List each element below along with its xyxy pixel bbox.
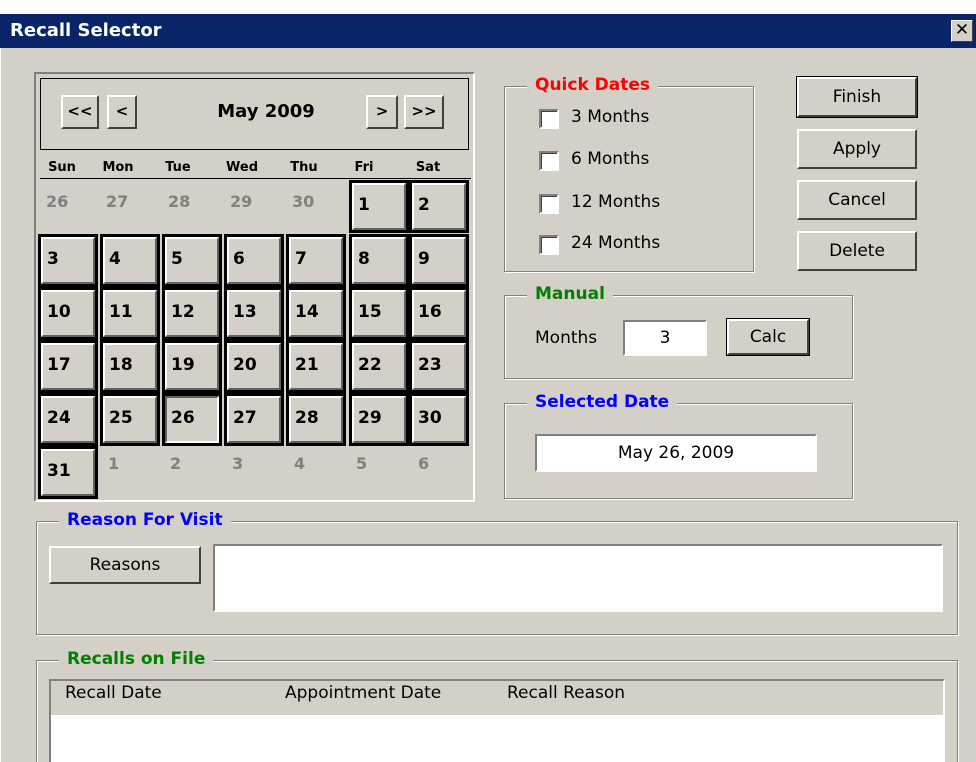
weekday-sun: Sun xyxy=(48,160,76,175)
next-month-button[interactable]: > xyxy=(366,95,398,129)
calendar-day[interactable]: 6 xyxy=(224,234,284,287)
calendar-day[interactable]: 10 xyxy=(38,287,98,340)
reasons-button[interactable]: Reasons xyxy=(49,546,201,584)
prev-year-button[interactable]: << xyxy=(61,95,99,129)
checkbox-24-months[interactable] xyxy=(539,235,559,255)
weekday-sat: Sat xyxy=(415,160,441,175)
calendar-day[interactable]: 18 xyxy=(100,340,160,393)
next-month-day[interactable]: 5 xyxy=(356,454,367,473)
prev-month-day[interactable]: 30 xyxy=(292,192,314,211)
calendar-day[interactable]: 27 xyxy=(224,393,284,446)
calendar-day[interactable]: 25 xyxy=(100,393,160,446)
next-month-day[interactable]: 3 xyxy=(232,454,243,473)
weekday-fri: Fri xyxy=(354,160,374,175)
calendar-day[interactable]: 7 xyxy=(286,234,346,287)
calendar-header: << < May 2009 > >> xyxy=(40,78,469,150)
calendar-day[interactable]: 4 xyxy=(100,234,160,287)
calendar-day[interactable]: 30 xyxy=(409,393,469,446)
selected-date-group: Selected Date May 26, 2009 xyxy=(504,392,853,499)
window-title: Recall Selector xyxy=(10,20,162,41)
calendar-day[interactable]: 15 xyxy=(349,287,409,340)
checkbox-label[interactable]: 6 Months xyxy=(571,149,649,169)
reason-for-visit-title: Reason For Visit xyxy=(59,510,231,530)
month-calendar[interactable]: << < May 2009 > >> Sun Mon Tue Wed Thu F… xyxy=(34,72,475,502)
calendar-day[interactable]: 29 xyxy=(349,393,409,446)
calendar-day[interactable]: 24 xyxy=(38,393,98,446)
quick-dates-group: Quick Dates 3 Months 6 Months 12 Months … xyxy=(504,75,754,272)
calendar-month-label: May 2009 xyxy=(217,101,315,122)
prev-month-day[interactable]: 28 xyxy=(168,192,190,211)
calendar-day[interactable]: 8 xyxy=(349,234,409,287)
checkbox-3-months[interactable] xyxy=(539,109,559,129)
top-strip xyxy=(0,0,976,14)
calendar-day[interactable]: 28 xyxy=(286,393,346,446)
checkbox-label[interactable]: 3 Months xyxy=(571,107,649,127)
quick-dates-title: Quick Dates xyxy=(527,75,659,95)
calendar-day[interactable]: 11 xyxy=(100,287,160,340)
calendar-day[interactable]: 5 xyxy=(162,234,222,287)
close-icon[interactable]: ✕ xyxy=(951,20,973,42)
calendar-day[interactable]: 9 xyxy=(409,234,469,287)
next-month-day[interactable]: 2 xyxy=(170,454,181,473)
recalls-list-header: Recall Date Appointment Date Recall Reas… xyxy=(51,681,943,715)
calendar-day[interactable]: 13 xyxy=(224,287,284,340)
column-recall-date[interactable]: Recall Date xyxy=(65,683,162,703)
recalls-list[interactable]: Recall Date Appointment Date Recall Reas… xyxy=(49,679,945,762)
prev-month-day[interactable]: 26 xyxy=(46,192,68,211)
checkbox-label[interactable]: 24 Months xyxy=(571,233,660,253)
delete-button[interactable]: Delete xyxy=(797,231,917,271)
calendar-day[interactable]: 31 xyxy=(38,446,98,499)
checkbox-label[interactable]: 12 Months xyxy=(571,192,660,212)
column-recall-reason[interactable]: Recall Reason xyxy=(507,683,625,703)
calendar-day[interactable]: 23 xyxy=(409,340,469,393)
months-input[interactable]: 3 xyxy=(623,320,707,356)
weekday-thu: Thu xyxy=(290,160,318,175)
recall-selector-window: Recall Selector ✕ << < May 2009 > >> Sun… xyxy=(0,0,976,762)
next-month-day[interactable]: 4 xyxy=(294,454,305,473)
next-year-button[interactable]: >> xyxy=(404,95,444,129)
calc-button[interactable]: Calc xyxy=(726,318,810,356)
months-label: Months xyxy=(535,328,598,348)
calendar-day[interactable]: 12 xyxy=(162,287,222,340)
prev-month-day[interactable]: 29 xyxy=(230,192,252,211)
recalls-on-file-group: Recalls on File Recall Date Appointment … xyxy=(36,649,958,762)
column-appointment-date[interactable]: Appointment Date xyxy=(285,683,441,703)
calendar-day-selected[interactable]: 26 xyxy=(162,393,222,446)
window-left-edge xyxy=(0,48,9,762)
selected-date-field[interactable]: May 26, 2009 xyxy=(535,434,817,472)
reason-text-area[interactable] xyxy=(213,544,943,612)
cancel-button[interactable]: Cancel xyxy=(797,180,917,220)
manual-title: Manual xyxy=(527,284,613,304)
weekday-wed: Wed xyxy=(226,160,258,175)
prev-month-day[interactable]: 27 xyxy=(106,192,128,211)
calendar-day[interactable]: 21 xyxy=(286,340,346,393)
calendar-day[interactable]: 1 xyxy=(349,180,409,233)
checkbox-12-months[interactable] xyxy=(539,194,559,214)
reason-for-visit-group: Reason For Visit Reasons xyxy=(36,510,958,635)
finish-button[interactable]: Finish xyxy=(796,76,918,118)
weekday-tue: Tue xyxy=(165,160,191,175)
calendar-day[interactable]: 14 xyxy=(286,287,346,340)
title-bar[interactable]: Recall Selector ✕ xyxy=(0,14,976,48)
calendar-day[interactable]: 19 xyxy=(162,340,222,393)
recalls-on-file-title: Recalls on File xyxy=(59,649,214,669)
prev-month-button[interactable]: < xyxy=(107,95,137,129)
next-month-day[interactable]: 6 xyxy=(418,454,429,473)
next-month-day[interactable]: 1 xyxy=(108,454,119,473)
calendar-day[interactable]: 20 xyxy=(224,340,284,393)
calendar-day[interactable]: 2 xyxy=(409,180,469,233)
selected-date-title: Selected Date xyxy=(527,392,678,412)
calendar-day[interactable]: 3 xyxy=(38,234,98,287)
calendar-day[interactable]: 16 xyxy=(409,287,469,340)
calendar-day[interactable]: 22 xyxy=(349,340,409,393)
checkbox-6-months[interactable] xyxy=(539,151,559,171)
manual-group: Manual Months 3 Calc xyxy=(504,284,853,379)
weekday-mon: Mon xyxy=(102,160,134,175)
apply-button[interactable]: Apply xyxy=(797,129,917,169)
calendar-day[interactable]: 17 xyxy=(38,340,98,393)
weekday-separator xyxy=(40,178,471,179)
